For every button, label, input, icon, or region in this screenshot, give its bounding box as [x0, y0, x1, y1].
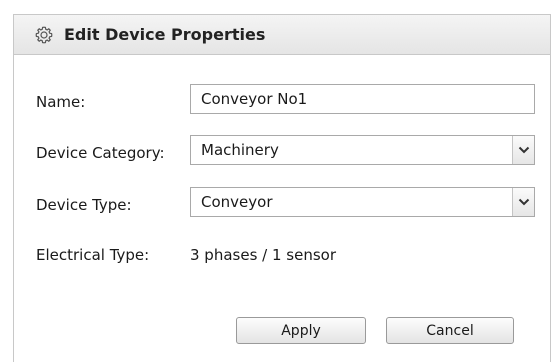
dialog-title: Edit Device Properties	[64, 25, 266, 44]
name-input[interactable]	[190, 84, 535, 114]
device-type-label: Device Type:	[36, 196, 132, 214]
chevron-down-icon[interactable]	[512, 136, 534, 164]
device-category-select[interactable]: Machinery	[190, 135, 535, 165]
electrical-type-value: 3 phases / 1 sensor	[190, 246, 337, 264]
name-label: Name:	[36, 93, 86, 111]
device-type-value: Conveyor	[201, 193, 273, 211]
dialog-titlebar: Edit Device Properties	[14, 15, 550, 55]
device-category-value: Machinery	[201, 141, 279, 159]
gear-icon	[34, 25, 54, 45]
device-category-label: Device Category:	[36, 144, 165, 162]
apply-button[interactable]: Apply	[236, 317, 366, 344]
device-type-select[interactable]: Conveyor	[190, 187, 535, 217]
edit-device-dialog: Edit Device Properties Name: Device Cate…	[13, 14, 551, 362]
electrical-type-label: Electrical Type:	[36, 246, 150, 264]
chevron-down-icon[interactable]	[512, 188, 534, 216]
cancel-button[interactable]: Cancel	[386, 317, 514, 344]
page: Edit Device Properties Name: Device Cate…	[0, 0, 553, 362]
